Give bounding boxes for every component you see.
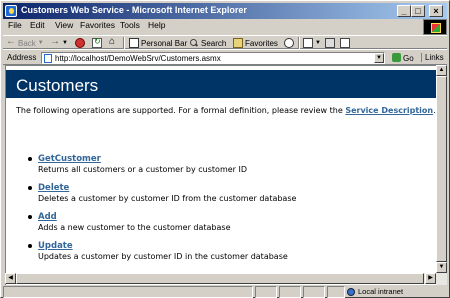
refresh-icon (92, 37, 102, 48)
status-cell (255, 286, 277, 298)
go-arrow-icon (392, 53, 401, 62)
window-title: Customers Web Service - Microsoft Intern… (21, 5, 247, 15)
horizontal-scrollbar[interactable]: ◀ ▶ (5, 273, 436, 284)
operation-link-getcustomer[interactable]: GetCustomer (38, 154, 101, 164)
service-description-link[interactable]: Service Description (345, 106, 433, 115)
favorites-button[interactable]: Favorites (233, 37, 278, 49)
mail-icon (303, 38, 313, 48)
ie-icon (5, 5, 17, 17)
scroll-left-button[interactable]: ◀ (5, 273, 16, 284)
intro-paragraph: The following operations are supported. … (16, 106, 436, 115)
browser-window: Customers Web Service - Microsoft Intern… (0, 0, 450, 298)
personal-bar-label: Personal Bar (141, 38, 188, 48)
page-icon (44, 54, 52, 63)
list-item: Update Updates a customer by customer ID… (28, 241, 428, 270)
list-item: Add Adds a new customer to the customer … (28, 212, 428, 241)
search-icon (189, 38, 199, 48)
bullet (28, 215, 32, 219)
go-button[interactable]: Go (392, 53, 414, 63)
list-item: GetCustomer Returns all customers or a c… (28, 154, 428, 183)
operation-link-delete[interactable]: Delete (38, 183, 69, 193)
links-button[interactable]: Links (421, 53, 444, 62)
menu-tools[interactable]: Tools (120, 20, 140, 30)
bullet (28, 244, 32, 248)
stop-icon (75, 38, 85, 48)
toolbar-separator (123, 37, 125, 49)
address-dropdown-button[interactable]: ▼ (374, 53, 384, 63)
home-button[interactable] (109, 36, 121, 49)
page-title: Customers (16, 76, 99, 95)
forward-button[interactable]: ▼ (50, 36, 68, 49)
print-button[interactable] (325, 37, 337, 49)
address-label: Address (7, 53, 37, 62)
vertical-scrollbar[interactable]: ▲ ▼ (436, 65, 447, 285)
maximize-button[interactable]: □ (411, 5, 425, 17)
edit-icon (340, 38, 350, 48)
favorites-icon (233, 38, 243, 48)
scroll-up-button[interactable]: ▲ (436, 65, 447, 76)
edit-button[interactable] (340, 37, 352, 49)
menu-bar: File Edit View Favorites Tools Help (3, 19, 423, 33)
operation-description: Deletes a customer by customer ID from t… (38, 194, 297, 203)
title-bar: Customers Web Service - Microsoft Intern… (3, 3, 447, 19)
status-cell (303, 286, 325, 298)
operation-description: Updates a customer by customer ID in the… (38, 252, 288, 261)
search-label: Search (201, 38, 227, 48)
close-button[interactable]: × (429, 5, 443, 17)
back-button[interactable]: Back ▼ (6, 36, 44, 49)
intro-text: The following operations are supported. … (16, 106, 343, 115)
status-bar: Local intranet (3, 286, 447, 298)
operations-list: GetCustomer Returns all customers or a c… (28, 154, 428, 270)
home-icon (109, 36, 119, 48)
page-content: Customers The following operations are s… (5, 65, 436, 285)
history-icon (284, 38, 294, 48)
security-zone-label: Local intranet (358, 287, 404, 296)
history-button[interactable] (284, 37, 296, 49)
horizontal-scroll-thumb[interactable] (16, 273, 424, 284)
bullet (28, 157, 32, 161)
status-cell (327, 286, 345, 298)
menu-edit[interactable]: Edit (30, 20, 45, 30)
back-arrow-icon (6, 36, 16, 48)
toolbar-separator (298, 37, 300, 49)
address-input[interactable]: http://localhost/DemoWebSrv/Customers.as… (41, 52, 385, 64)
stop-button[interactable] (75, 37, 87, 49)
operation-link-update[interactable]: Update (38, 241, 73, 251)
favorites-label: Favorites (245, 38, 278, 48)
status-cell (279, 286, 301, 298)
mail-button[interactable]: ▼ (303, 37, 321, 49)
refresh-button[interactable] (92, 37, 104, 49)
status-message-cell (3, 286, 253, 298)
bullet (28, 186, 32, 190)
heading-banner: Customers (6, 70, 436, 98)
menu-view[interactable]: View (55, 20, 73, 30)
operation-description: Adds a new customer to the customer data… (38, 223, 231, 232)
forward-arrow-icon (50, 36, 60, 48)
personal-bar-button[interactable]: Personal Bar (129, 37, 187, 49)
windows-logo-icon (423, 19, 447, 35)
search-button[interactable]: Search (189, 37, 226, 49)
operation-description: Returns all customers or a customer by c… (38, 165, 248, 174)
operation-link-add[interactable]: Add (38, 212, 57, 222)
print-icon (325, 38, 335, 48)
back-label: Back (18, 38, 36, 48)
menu-favorites[interactable]: Favorites (80, 20, 115, 30)
menu-help[interactable]: Help (148, 20, 165, 30)
intranet-zone-icon (347, 288, 355, 296)
go-label: Go (403, 54, 414, 63)
minimize-button[interactable]: _ (397, 5, 411, 17)
scroll-down-button[interactable]: ▼ (436, 262, 447, 273)
vertical-scroll-thumb[interactable] (436, 76, 447, 262)
address-url: http://localhost/DemoWebSrv/Customers.as… (55, 54, 221, 63)
personal-bar-icon (129, 38, 139, 48)
menu-file[interactable]: File (8, 20, 22, 30)
toolbar: Back ▼ ▼ Personal Bar Search Favorites (3, 35, 447, 49)
list-item: Delete Deletes a customer by customer ID… (28, 183, 428, 212)
address-bar: Address http://localhost/DemoWebSrv/Cust… (3, 49, 447, 65)
scroll-right-button[interactable]: ▶ (425, 273, 436, 284)
